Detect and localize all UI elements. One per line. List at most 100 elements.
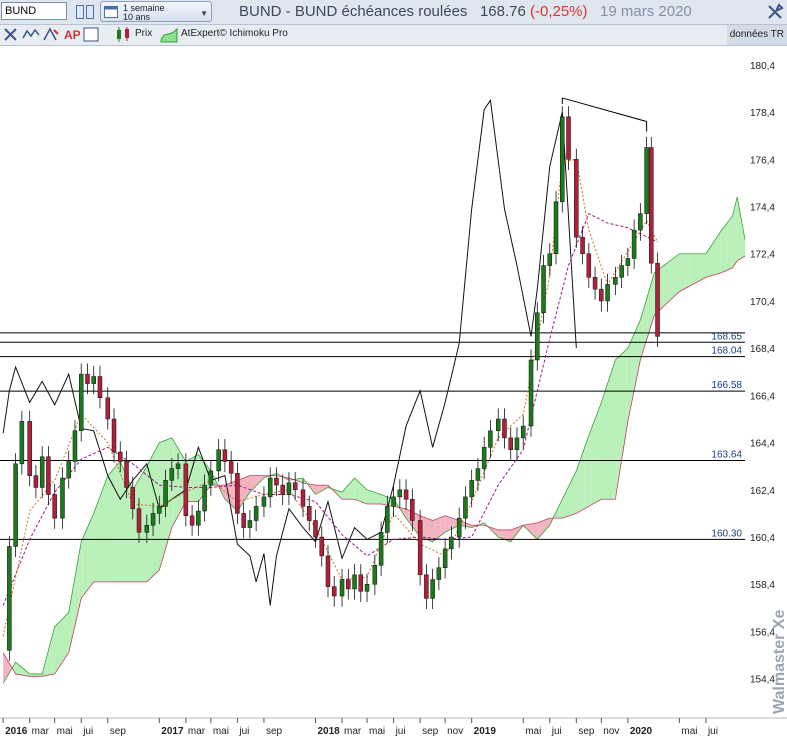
kumo-segment xyxy=(500,529,503,539)
candle-body xyxy=(397,489,403,498)
x-tick-label: mai xyxy=(681,726,697,737)
candle-body xyxy=(566,116,571,160)
kumo-segment xyxy=(680,253,684,291)
kumo-segment xyxy=(685,253,689,289)
period-selector[interactable]: 1 semaine 10 ans ▼ xyxy=(100,1,212,22)
x-tick-label: mai xyxy=(57,726,73,737)
book-icon[interactable] xyxy=(74,2,96,22)
candle-body xyxy=(391,496,396,507)
kumo-segment xyxy=(670,258,674,300)
candle-body xyxy=(222,449,228,462)
kumo-segment xyxy=(144,466,147,582)
chart-title: BUND - BUND échéances roulées xyxy=(239,3,468,20)
kumo-segment xyxy=(55,623,58,674)
tools-icon[interactable] xyxy=(766,3,784,21)
x-tick-label: mai xyxy=(213,726,229,737)
candle-body xyxy=(241,513,246,528)
indicators-icon[interactable] xyxy=(22,26,40,43)
symbol-input[interactable] xyxy=(1,2,67,20)
candle-body xyxy=(378,532,384,566)
level-label: 160.30 xyxy=(711,528,742,539)
candle-body xyxy=(430,579,435,599)
x-tick-label: sep xyxy=(422,726,439,737)
kumo-segment xyxy=(356,480,360,502)
candle-body xyxy=(189,515,195,526)
top-bar: 1 semaine 10 ans ▼ BUND - BUND échéances… xyxy=(0,0,787,25)
kumo-segment xyxy=(586,434,590,508)
candlestick-icon[interactable] xyxy=(114,26,132,43)
kumo-segment xyxy=(730,215,733,269)
x-tick-label: 2017 xyxy=(161,726,184,737)
kumo-segment xyxy=(690,253,694,286)
kumo-segment xyxy=(87,522,90,591)
candle-body xyxy=(638,213,643,231)
kumo-segment xyxy=(102,484,105,582)
kumo-segment xyxy=(606,379,609,500)
candle-body xyxy=(364,583,370,592)
candle-body xyxy=(463,496,468,519)
kumo-segment xyxy=(712,239,716,276)
candle-body xyxy=(27,421,32,476)
kumo-segment xyxy=(700,253,703,281)
kumo-segment xyxy=(737,199,741,261)
kumo-segment xyxy=(576,462,580,514)
candle-body xyxy=(144,524,150,533)
x-tick-label: jui xyxy=(395,726,406,737)
candle-body xyxy=(346,579,351,590)
x-tick-label: mar xyxy=(344,726,362,737)
kumo-segment xyxy=(621,351,624,462)
kumo-segment xyxy=(92,510,95,584)
kumo-segment xyxy=(153,448,157,576)
level-label: 163.64 xyxy=(711,450,742,461)
drawing-tools-icon[interactable] xyxy=(42,26,60,43)
kumo-segment xyxy=(445,516,449,532)
candle-body xyxy=(313,520,318,538)
kumo-segment xyxy=(240,478,243,507)
kumo-segment xyxy=(668,260,671,302)
x-tick-label: 2018 xyxy=(317,726,340,737)
kumo-segment xyxy=(599,401,602,501)
kumo-segment xyxy=(579,455,582,512)
kumo-segment xyxy=(116,462,120,582)
candle-body xyxy=(508,437,513,450)
kumo-segment xyxy=(361,484,365,503)
data-mode-label[interactable]: données TR xyxy=(726,25,787,45)
kumo-segment xyxy=(435,518,439,540)
candle-body xyxy=(488,430,493,448)
y-tick-label: 172,4 xyxy=(750,250,775,261)
kumo-segment xyxy=(57,621,61,670)
kumo-segment xyxy=(89,516,93,588)
candle-body xyxy=(339,579,345,597)
candle-body xyxy=(157,506,162,514)
ichimoku-cloud-icon[interactable] xyxy=(160,26,178,43)
price-layer-label[interactable]: Prix xyxy=(135,28,152,39)
x-tick-label: nov xyxy=(603,726,619,737)
y-tick-label: 180,4 xyxy=(750,61,775,72)
kumo-segment xyxy=(109,470,112,582)
indicator-label[interactable]: AtExpert© Ichimoku Pro xyxy=(181,28,288,39)
settings-tools-icon[interactable] xyxy=(2,26,20,43)
kumo-segment xyxy=(354,478,357,501)
kumo-segment xyxy=(181,453,184,511)
candle-body xyxy=(78,373,84,432)
text-tool-icon[interactable]: AP xyxy=(62,26,80,43)
level-label: 168.04 xyxy=(711,346,742,357)
candle-body xyxy=(436,567,442,580)
candle-body xyxy=(208,470,214,486)
kumo-segment xyxy=(665,262,669,305)
candle-body xyxy=(528,359,534,427)
kumo-segment xyxy=(198,454,201,502)
kumo-segment xyxy=(3,652,6,684)
candle-body xyxy=(644,147,649,214)
candle-body xyxy=(130,487,136,509)
kumo-segment xyxy=(725,222,728,272)
price-chart[interactable]: 168.65168.04166.58163.64160.30 180,4178,… xyxy=(0,46,787,739)
kumo-segment xyxy=(82,533,85,598)
candle-body xyxy=(235,473,240,514)
candle-body xyxy=(19,421,25,465)
window-icon[interactable] xyxy=(82,26,100,43)
x-tick-label: jui xyxy=(551,726,562,737)
chart-title-line: BUND - BUND échéances roulées 168.76 (-0… xyxy=(239,3,692,20)
kumo-segment xyxy=(727,219,731,270)
candle-body xyxy=(385,506,390,533)
